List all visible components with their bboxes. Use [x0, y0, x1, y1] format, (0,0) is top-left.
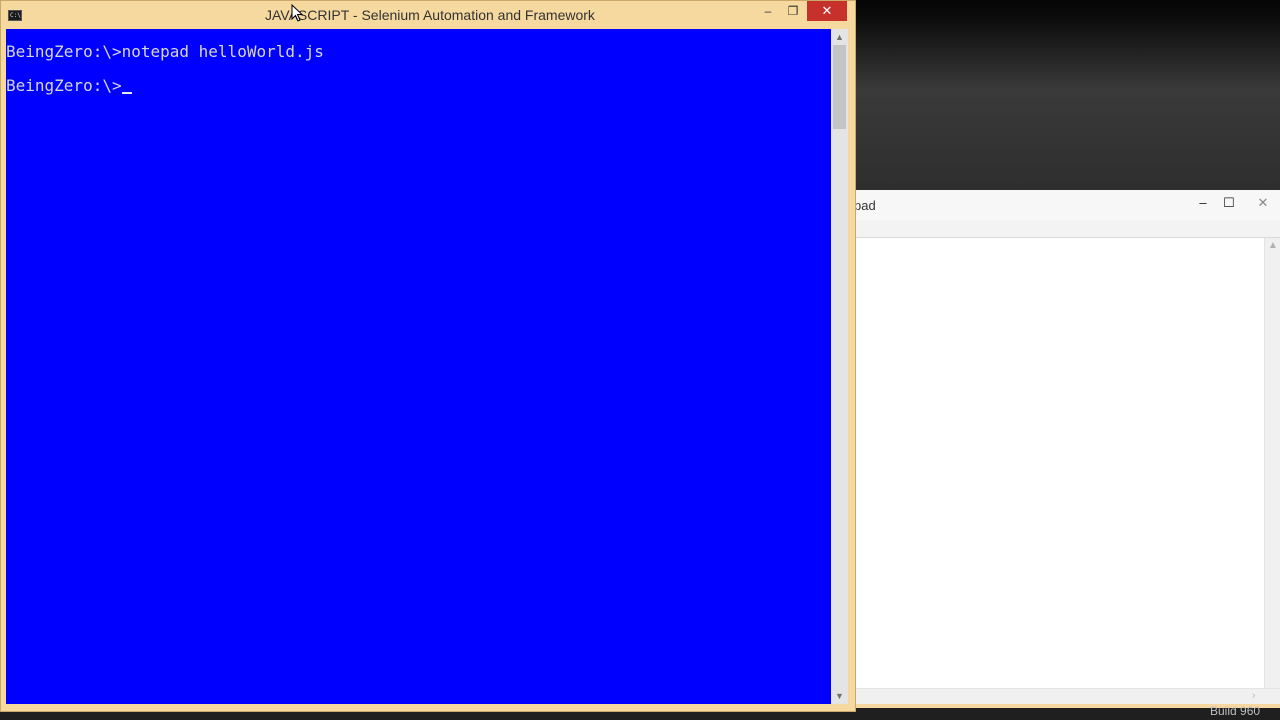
- console-line-prompt: BeingZero:\>: [6, 77, 831, 111]
- notepad-scroll-right-icon[interactable]: ›: [1252, 690, 1255, 701]
- notepad-text-area[interactable]: [848, 238, 1264, 688]
- console-window[interactable]: C:\ JAVASCRIPT - Selenium Automation and…: [0, 0, 856, 712]
- notepad-window[interactable]: pad – ☐ ✕ ▲ ›: [848, 190, 1280, 708]
- console-titlebar[interactable]: C:\ JAVASCRIPT - Selenium Automation and…: [1, 1, 855, 29]
- notepad-title: pad: [854, 198, 876, 213]
- scroll-down-arrow-icon[interactable]: ▼: [831, 688, 848, 704]
- console-vertical-scrollbar[interactable]: ▲ ▼: [831, 29, 848, 704]
- command-prompt-icon[interactable]: C:\: [8, 10, 22, 21]
- console-output-area[interactable]: BeingZero:\>notepad helloWorld.js BeingZ…: [6, 29, 831, 704]
- console-title: JAVASCRIPT - Selenium Automation and Fra…: [265, 7, 595, 23]
- mouse-pointer-icon: [291, 4, 303, 22]
- notepad-scroll-up-icon[interactable]: ▲: [1268, 240, 1278, 251]
- taskbar-build-text: Build 960: [1210, 704, 1261, 718]
- console-close-button[interactable]: ✕: [807, 1, 847, 21]
- notepad-close-button[interactable]: ✕: [1250, 192, 1276, 214]
- text-cursor: [121, 92, 132, 94]
- notepad-maximize-button[interactable]: ☐: [1216, 192, 1242, 214]
- console-line-text: BeingZero:\>notepad helloWorld.js: [6, 42, 324, 61]
- notepad-menubar: [848, 220, 1280, 238]
- notepad-titlebar[interactable]: pad – ☐ ✕: [848, 190, 1280, 220]
- scroll-up-arrow-icon[interactable]: ▲: [831, 29, 848, 45]
- console-scroll-thumb[interactable]: [833, 45, 846, 129]
- console-prompt-text: BeingZero:\>: [6, 76, 122, 95]
- console-line-command: BeingZero:\>notepad helloWorld.js: [6, 43, 831, 77]
- console-minimize-button[interactable]: –: [755, 1, 781, 21]
- notepad-vertical-scrollbar[interactable]: [1264, 238, 1280, 688]
- console-restore-button[interactable]: ❐: [781, 1, 805, 21]
- notepad-minimize-button[interactable]: –: [1190, 192, 1216, 214]
- notepad-horizontal-scrollbar[interactable]: [848, 688, 1280, 704]
